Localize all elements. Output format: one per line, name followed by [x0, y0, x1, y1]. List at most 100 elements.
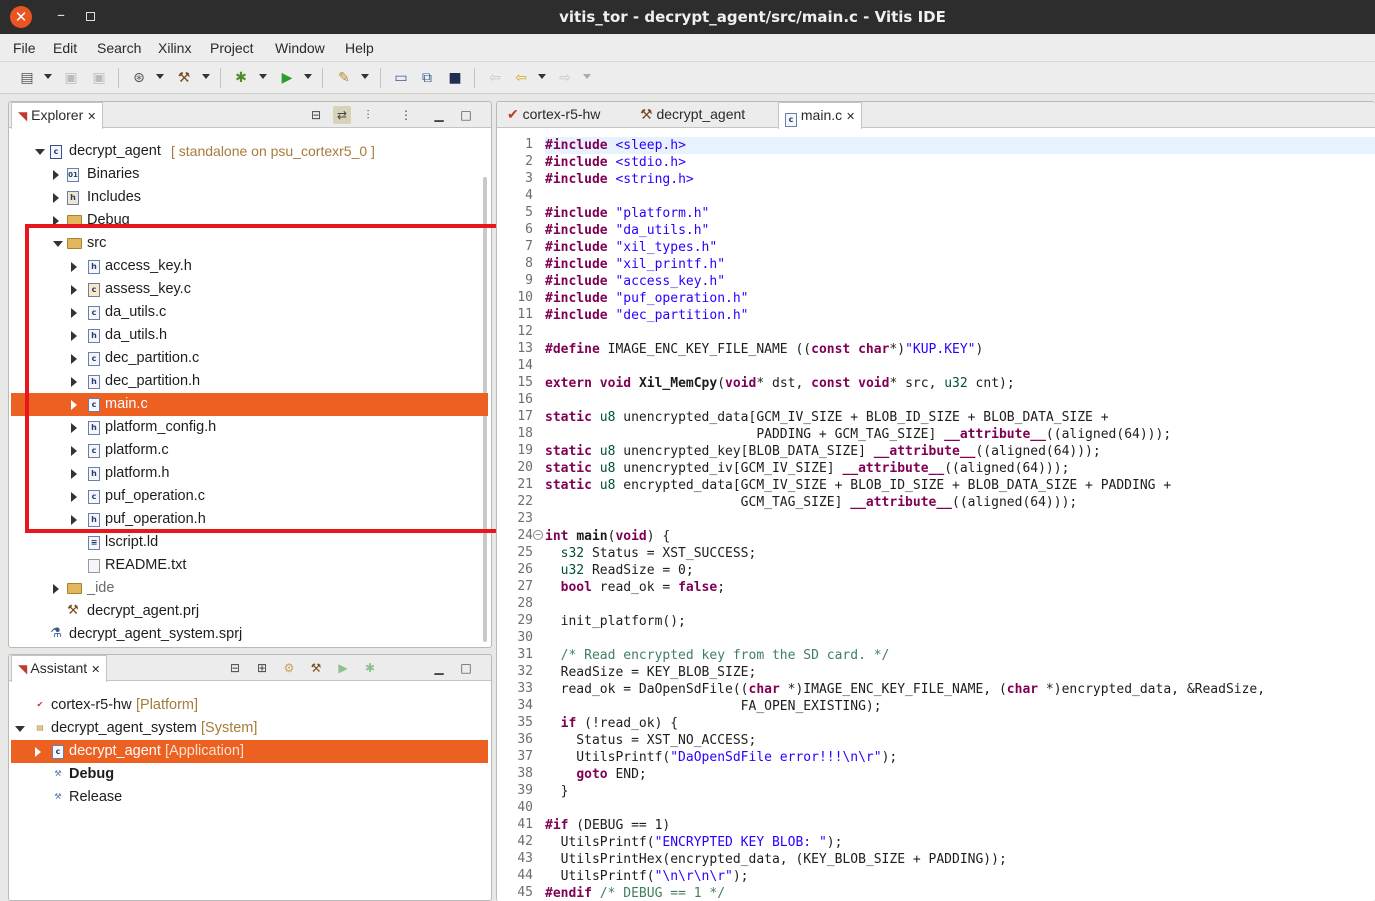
code-line[interactable]: UtilsPrintf("\n\r\n\r"); [545, 868, 1375, 885]
assistant-item-decrypt-agent-system[interactable]: ▤ decrypt_agent_system [System] [11, 717, 488, 740]
debug-bug-icon[interactable]: ✱ [232, 69, 250, 87]
tree-item-ide[interactable]: _ide [11, 577, 488, 600]
run-dropdown-icon[interactable] [304, 74, 312, 79]
fold-collapse-icon[interactable]: − [533, 530, 543, 540]
code-line[interactable]: ReadSize = KEY_BLOB_SIZE; [545, 664, 1375, 681]
code-line[interactable]: init_platform(); [545, 613, 1375, 630]
code-line[interactable] [545, 596, 1375, 613]
maximize-view-icon[interactable]: □ [457, 106, 475, 124]
code-line[interactable]: bool read_ok = false; [545, 579, 1375, 596]
expanded-arrow-icon[interactable] [15, 726, 25, 732]
collapse-all-icon[interactable]: ⊟ [307, 106, 325, 124]
code-line[interactable]: #include "xil_types.h" [545, 239, 1375, 256]
save-icon[interactable]: ▣ [62, 69, 80, 87]
tree-item-includes[interactable]: h Includes [11, 186, 488, 209]
code-line[interactable]: #if (DEBUG == 1) [545, 817, 1375, 834]
code-line[interactable]: #include "dec_partition.h" [545, 307, 1375, 324]
collapsed-arrow-icon[interactable] [53, 193, 59, 203]
tree-item-decrypt-agent-project[interactable]: c decrypt_agent [ standalone on psu_cort… [33, 140, 488, 163]
tab-main-c[interactable]: c main.c ✕ [778, 102, 863, 129]
code-line[interactable]: #include "da_utils.h" [545, 222, 1375, 239]
code-editor[interactable]: 1 2 3 4 5 6 7 8 9 10 11 12 13 14 15 16 17 18 19 20 21 22 23 24 2… [497, 129, 1375, 901]
last-edit-icon[interactable]: ⇦ [486, 69, 504, 87]
shell-icon[interactable]: ■ [446, 69, 464, 87]
tree-item-decrypt-agent-system-sprj[interactable]: ⚗ decrypt_agent_system.sprj [11, 623, 488, 646]
collapsed-arrow-icon[interactable] [53, 584, 59, 594]
code-line[interactable]: #include "xil_printf.h" [545, 256, 1375, 273]
view-menu-icon[interactable]: ⋮ [397, 106, 415, 124]
tab-cortex-r5-hw[interactable]: ✔ cortex-r5-hw [501, 102, 606, 128]
tab-decrypt-agent[interactable]: ⚒ decrypt_agent [634, 102, 751, 128]
external-tools-icon[interactable]: ✎ [335, 69, 353, 87]
target-dropdown-icon[interactable] [156, 74, 164, 79]
code-line[interactable]: #include "access_key.h" [545, 273, 1375, 290]
target-icon[interactable]: ⊛ [130, 69, 148, 87]
debug-bug-icon[interactable]: ✱ [361, 659, 379, 677]
tree-item-readme-txt[interactable]: README.txt [11, 554, 488, 577]
code-line[interactable]: #define IMAGE_ENC_KEY_FILE_NAME ((const … [545, 341, 1375, 358]
code-line[interactable]: PADDING + GCM_TAG_SIZE] __attribute__((a… [545, 426, 1375, 443]
code-line[interactable]: static u8 unencrypted_data[GCM_IV_SIZE +… [545, 409, 1375, 426]
code-line[interactable]: #include "puf_operation.h" [545, 290, 1375, 307]
code-line[interactable]: UtilsPrintf("ENCRYPTED KEY BLOB: "); [545, 834, 1375, 851]
debug-dropdown-icon[interactable] [259, 74, 267, 79]
new-dropdown-icon[interactable] [44, 74, 52, 79]
code-line[interactable]: read_ok = DaOpenSdFile((char *)IMAGE_ENC… [545, 681, 1375, 698]
code-line[interactable]: UtilsPrintf("DaOpenSdFile error!!!\n\r")… [545, 749, 1375, 766]
forward-arrow-icon[interactable]: ⇨ [556, 69, 574, 87]
minimize-view-icon[interactable]: ▁ [430, 106, 448, 124]
maximize-view-icon[interactable]: □ [457, 659, 475, 677]
external-tools-dropdown-icon[interactable] [361, 74, 369, 79]
close-tab-icon[interactable]: ✕ [87, 111, 96, 123]
code-line[interactable] [545, 324, 1375, 341]
run-icon[interactable]: ▶ [334, 659, 352, 677]
menu-file[interactable]: File [13, 40, 36, 56]
terminal-icon[interactable]: ▭ [392, 69, 410, 87]
code-line[interactable]: #include <stdio.h> [545, 154, 1375, 171]
assistant-item-decrypt-agent[interactable]: c decrypt_agent [Application] [11, 740, 488, 763]
code-line[interactable]: Status = XST_NO_ACCESS; [545, 732, 1375, 749]
tree-item-lscript-ld[interactable]: ≡ lscript.ld [11, 531, 488, 554]
code-line[interactable]: #include "platform.h" [545, 205, 1375, 222]
code-line[interactable]: int main(void) { [545, 528, 1375, 545]
menu-project[interactable]: Project [210, 40, 254, 56]
tree-item-decrypt-agent-prj[interactable]: ⚒ decrypt_agent.prj [11, 600, 488, 623]
code-line[interactable] [545, 630, 1375, 647]
menu-xilinx[interactable]: Xilinx [158, 40, 191, 56]
code-line[interactable]: if (!read_ok) { [545, 715, 1375, 732]
tab-assistant[interactable]: ◥ Assistant ✕ [11, 655, 108, 682]
code-line[interactable]: FA_OPEN_EXISTING); [545, 698, 1375, 715]
code-line[interactable]: extern void Xil_MemCpy(void* dst, const … [545, 375, 1375, 392]
code-line[interactable]: static u8 unencrypted_key[BLOB_DATA_SIZE… [545, 443, 1375, 460]
code-line[interactable]: #include <sleep.h> [545, 137, 1375, 154]
back-arrow-icon[interactable]: ⇦ [512, 69, 530, 87]
link-editor-icon[interactable]: ⇄ [333, 106, 351, 124]
build-dropdown-icon[interactable] [202, 74, 210, 79]
assistant-item-debug[interactable]: ⚒ Debug [11, 763, 488, 786]
menu-window[interactable]: Window [275, 40, 325, 56]
code-line[interactable]: #include <string.h> [545, 171, 1375, 188]
code-line[interactable]: static u8 unencrypted_iv[GCM_IV_SIZE] __… [545, 460, 1375, 477]
expand-icon[interactable]: ⊞ [253, 659, 271, 677]
close-tab-icon[interactable]: ✕ [846, 111, 855, 123]
code-line[interactable]: goto END; [545, 766, 1375, 783]
code-line[interactable] [545, 392, 1375, 409]
settings-gear-icon[interactable]: ⚙ [280, 659, 298, 677]
menu-search[interactable]: Search [97, 40, 141, 56]
save-all-icon[interactable]: ▣ [90, 69, 108, 87]
build-hammer-icon[interactable]: ⚒ [175, 69, 193, 87]
code-line[interactable] [545, 358, 1375, 375]
xsct-console-icon[interactable]: ⧉ [418, 69, 436, 87]
assistant-item-release[interactable]: ⚒ Release [11, 786, 488, 809]
minimize-view-icon[interactable]: ▁ [430, 659, 448, 677]
code-line[interactable]: UtilsPrintHex(encrypted_data, (KEY_BLOB_… [545, 851, 1375, 868]
build-hammer-icon[interactable]: ⚒ [307, 659, 325, 677]
tab-explorer[interactable]: ◥ Explorer ✕ [11, 102, 104, 129]
forward-dropdown-icon[interactable] [583, 74, 591, 79]
code-line[interactable] [545, 511, 1375, 528]
menu-edit[interactable]: Edit [53, 40, 77, 56]
run-icon[interactable]: ▶ [278, 69, 296, 87]
code-line[interactable]: #endif /* DEBUG == 1 */ [545, 885, 1375, 901]
filter-icon[interactable]: ⫶ [359, 106, 377, 124]
tree-item-binaries[interactable]: 01 Binaries [11, 163, 488, 186]
